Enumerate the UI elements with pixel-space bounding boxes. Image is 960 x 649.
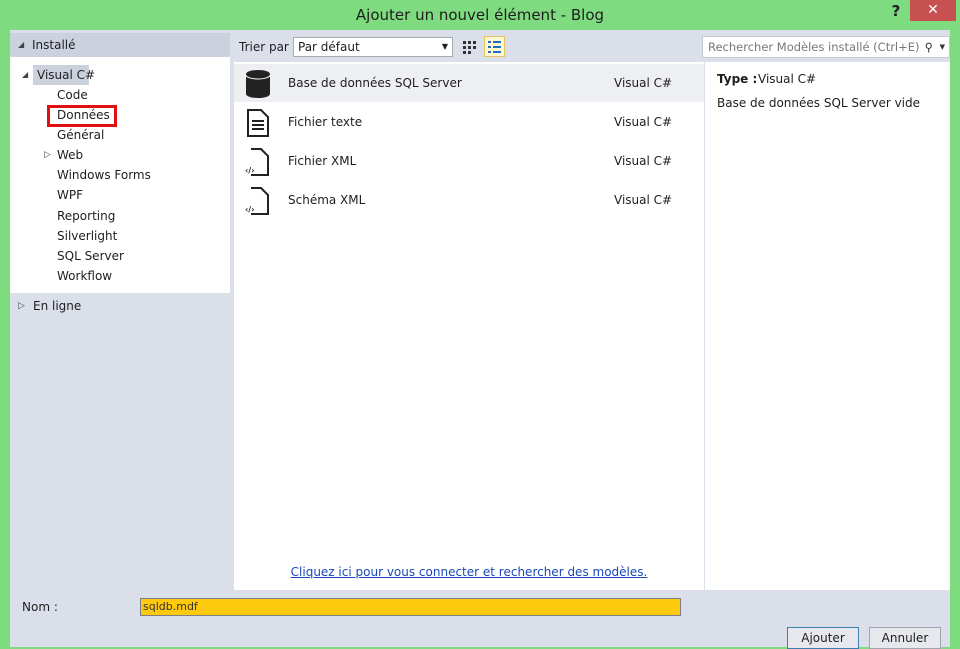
xml-file-icon: ‹/› [245,148,269,176]
collapsed-icon[interactable]: ▷ [44,150,51,160]
tree-node-general[interactable]: Général [57,128,104,142]
tree-node-visual-csharp[interactable]: Visual C# [37,68,95,82]
template-type: Visual C# [614,76,673,90]
sort-value: Par défaut [298,40,360,54]
tree-node-windows-forms[interactable]: Windows Forms [57,168,151,182]
tree-node-web[interactable]: Web [57,148,83,162]
tree-node-workflow[interactable]: Workflow [57,269,112,283]
template-type: Visual C# [614,154,673,168]
expanded-icon: ◢ [18,40,25,49]
chevron-down-icon[interactable]: ▼ [940,37,945,57]
template-row[interactable]: ‹/› Schéma XML Visual C# [234,181,704,219]
template-type: Visual C# [614,115,673,129]
tree-node-silverlight[interactable]: Silverlight [57,229,117,243]
svg-text:‹/›: ‹/› [245,166,255,175]
template-name: Schéma XML [288,193,366,207]
template-name: Fichier texte [288,115,363,129]
search-input[interactable]: Rechercher Modèles installé (Ctrl+E) ⚲ ▼ [702,36,950,58]
tree-header-installed[interactable]: ◢ Installé [10,33,230,57]
text-file-icon [247,109,269,137]
search-placeholder: Rechercher Modèles installé (Ctrl+E) [708,40,920,54]
type-label: Type : [717,72,758,86]
grid-view-icon[interactable] [460,38,478,56]
tree-node-sql-server[interactable]: SQL Server [57,249,124,263]
template-name: Base de données SQL Server [288,76,462,90]
template-type: Visual C# [614,193,673,207]
online-templates-link[interactable]: Cliquez ici pour vous connecter et reche… [234,565,704,579]
type-value: Visual C# [758,72,817,86]
tree-node-online[interactable]: En ligne [33,299,81,313]
template-row[interactable]: Fichier texte Visual C# [234,103,704,141]
window-title: Ajouter un nouvel élément - Blog [355,6,605,24]
tree-header-label: Installé [32,38,76,52]
svg-text:‹/›: ‹/› [245,205,255,214]
highlight-box [47,105,117,127]
name-input[interactable]: sqldb.mdf [140,598,681,616]
template-name: Fichier XML [288,154,357,168]
list-view-icon[interactable] [484,36,505,57]
template-list: Base de données SQL Server Visual C# Fich… [234,62,704,590]
tree-node-code[interactable]: Code [57,88,88,102]
tree-node-wpf[interactable]: WPF [57,188,83,202]
description: Base de données SQL Server vide [717,96,921,110]
collapsed-icon[interactable]: ▷ [18,301,25,311]
tree-node-reporting[interactable]: Reporting [57,209,115,223]
chevron-down-icon: ▼ [441,42,448,51]
cancel-button[interactable]: Annuler [869,627,941,649]
template-row[interactable]: ‹/› Fichier XML Visual C# [234,142,704,180]
database-icon [245,70,271,98]
add-button[interactable]: Ajouter [787,627,859,649]
search-icon[interactable]: ⚲ [925,37,933,57]
sort-label: Trier par : [239,40,297,54]
name-label: Nom : [22,600,58,614]
close-button[interactable]: ✕ [910,0,956,21]
help-button[interactable]: ? [878,0,914,22]
details-pane: Type : Visual C# Base de données SQL Ser… [705,62,950,590]
sort-select[interactable]: Par défaut ▼ [293,37,453,57]
template-row[interactable]: Base de données SQL Server Visual C# [234,64,704,102]
xml-schema-icon: ‹/› [245,187,269,215]
expanded-icon: ◢ [22,70,29,79]
